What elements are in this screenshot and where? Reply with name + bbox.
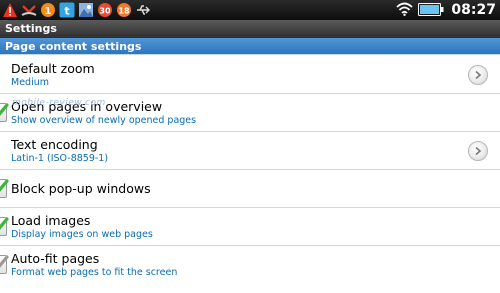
calendar-badge: 18 <box>118 7 130 16</box>
checkmark-icon <box>0 217 9 230</box>
checkmark-icon <box>0 255 9 268</box>
checkbox-checked[interactable] <box>0 217 9 236</box>
battery-icon <box>418 1 444 20</box>
setting-text-encoding[interactable]: Text encoding Latin-1 (ISO-8859-1) <box>0 132 500 170</box>
setting-subtitle: Latin-1 (ISO-8859-1) <box>11 153 109 164</box>
picture-badge: 30 <box>99 7 111 16</box>
settings-list: Default zoom Medium Open pages in overvi… <box>0 56 500 284</box>
usb-icon[interactable] <box>135 2 151 18</box>
setting-subtitle: Format web pages to fit the screen <box>11 267 178 278</box>
system-icons: 08:27 <box>396 0 496 20</box>
chevron-right-icon[interactable] <box>468 141 488 161</box>
image-icon[interactable] <box>78 2 94 18</box>
checkbox-checked[interactable] <box>0 255 9 274</box>
warning-icon[interactable] <box>2 2 18 18</box>
title-bar: Settings <box>0 20 500 38</box>
missed-call-icon[interactable] <box>21 2 37 18</box>
section-header: Page content settings <box>0 38 500 55</box>
setting-load-images[interactable]: Load images Display images on web pages <box>0 208 500 246</box>
setting-title: Load images <box>11 213 91 228</box>
checkbox-checked[interactable] <box>0 103 9 122</box>
twitter-icon[interactable]: t <box>59 2 75 18</box>
setting-subtitle: Display images on web pages <box>11 229 153 240</box>
calendar-icon[interactable]: 18 <box>116 2 132 18</box>
notification-icons: 1 t 30 18 <box>2 1 151 19</box>
setting-title: Block pop-up windows <box>11 181 151 196</box>
status-time: 08:27 <box>451 2 496 18</box>
setting-auto-fit-pages[interactable]: Auto-fit pages Format web pages to fit t… <box>0 246 500 284</box>
setting-default-zoom[interactable]: Default zoom Medium <box>0 56 500 94</box>
setting-title: Default zoom <box>11 61 95 76</box>
checkmark-icon <box>0 179 9 192</box>
update-icon[interactable]: 1 <box>40 2 56 18</box>
setting-subtitle: Medium <box>11 77 49 88</box>
status-bar: 1 t 30 18 08:27 <box>0 0 500 20</box>
checkbox-checked[interactable] <box>0 179 9 198</box>
update-badge: 1 <box>45 6 52 17</box>
setting-title: Text encoding <box>11 137 98 152</box>
section-title: Page content settings <box>5 40 142 53</box>
picture-icon[interactable]: 30 <box>97 2 113 18</box>
wifi-icon <box>396 1 414 20</box>
page-title: Settings <box>5 22 57 35</box>
watermark: mobile-review.com <box>12 98 106 108</box>
chevron-right-icon[interactable] <box>468 65 488 85</box>
setting-subtitle: Show overview of newly opened pages <box>11 115 197 126</box>
checkmark-icon <box>0 103 9 116</box>
setting-block-popups[interactable]: Block pop-up windows <box>0 170 500 208</box>
svg-text:t: t <box>64 5 69 18</box>
setting-title: Auto-fit pages <box>11 251 100 266</box>
